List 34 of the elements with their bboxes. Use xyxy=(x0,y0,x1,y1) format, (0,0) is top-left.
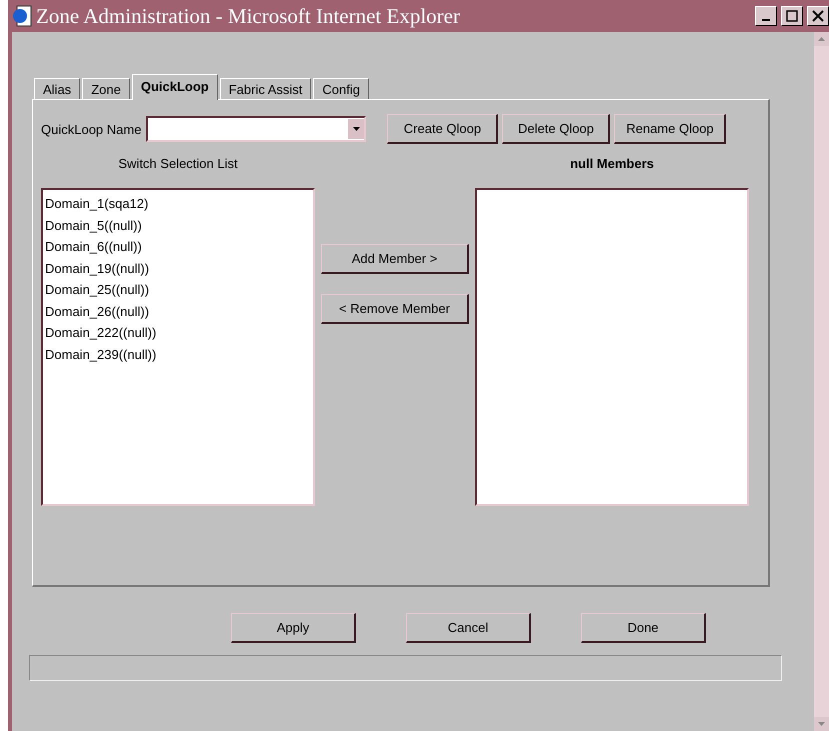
switch-list[interactable]: Domain_1(sqa12) Domain_5((null)) Domain_6((null)) Domain_19((null)) Domain_25((null)) Domain_26((null)) Domain_222((null)) Domain_239((null)) xyxy=(41,188,315,506)
list-item[interactable]: Domain_1(sqa12) xyxy=(45,193,311,214)
list-item[interactable]: Domain_222((null)) xyxy=(45,322,311,344)
minimize-icon xyxy=(762,19,770,21)
close-icon xyxy=(812,10,824,22)
dialog-button[interactable]: Cancel xyxy=(406,613,531,643)
tab[interactable]: QuickLoop xyxy=(132,74,218,100)
maximize-icon xyxy=(786,10,798,22)
dialog-button[interactable]: Apply xyxy=(231,613,356,643)
window-title: Zone Administration - Microsoft Internet Explorer xyxy=(36,4,461,28)
tab[interactable]: Alias xyxy=(34,78,80,99)
action-button[interactable]: Create Qloop xyxy=(387,114,498,144)
dialog-button[interactable]: Done xyxy=(581,613,706,643)
list-item[interactable]: Domain_6((null)) xyxy=(45,236,311,258)
list-heading: null Members xyxy=(570,156,654,173)
list-item[interactable]: Domain_26((null)) xyxy=(45,300,311,322)
browser-icon xyxy=(12,5,32,27)
action-button[interactable]: Rename Qloop xyxy=(614,114,726,144)
tab[interactable]: Zone xyxy=(82,78,130,99)
close-button[interactable] xyxy=(807,6,829,26)
tab[interactable]: Fabric Assist xyxy=(220,78,312,99)
tab[interactable]: Config xyxy=(313,78,369,99)
list-item[interactable]: Domain_25((null)) xyxy=(45,279,311,300)
minimize-button[interactable] xyxy=(755,6,777,26)
maximize-button[interactable] xyxy=(781,6,803,26)
list-item[interactable]: Domain_19((null)) xyxy=(45,258,311,279)
quickloop-name-dropdown[interactable] xyxy=(146,116,366,142)
move-button[interactable]: < Remove Member xyxy=(321,294,469,324)
field-label: QuickLoop Name xyxy=(41,122,142,136)
list-heading: Switch Selection List xyxy=(118,156,238,173)
move-button[interactable]: Add Member > xyxy=(321,244,469,274)
list-item[interactable]: Domain_5((null)) xyxy=(45,214,311,236)
list-item[interactable]: Domain_239((null)) xyxy=(45,344,311,365)
action-button[interactable]: Delete Qloop xyxy=(502,114,610,144)
